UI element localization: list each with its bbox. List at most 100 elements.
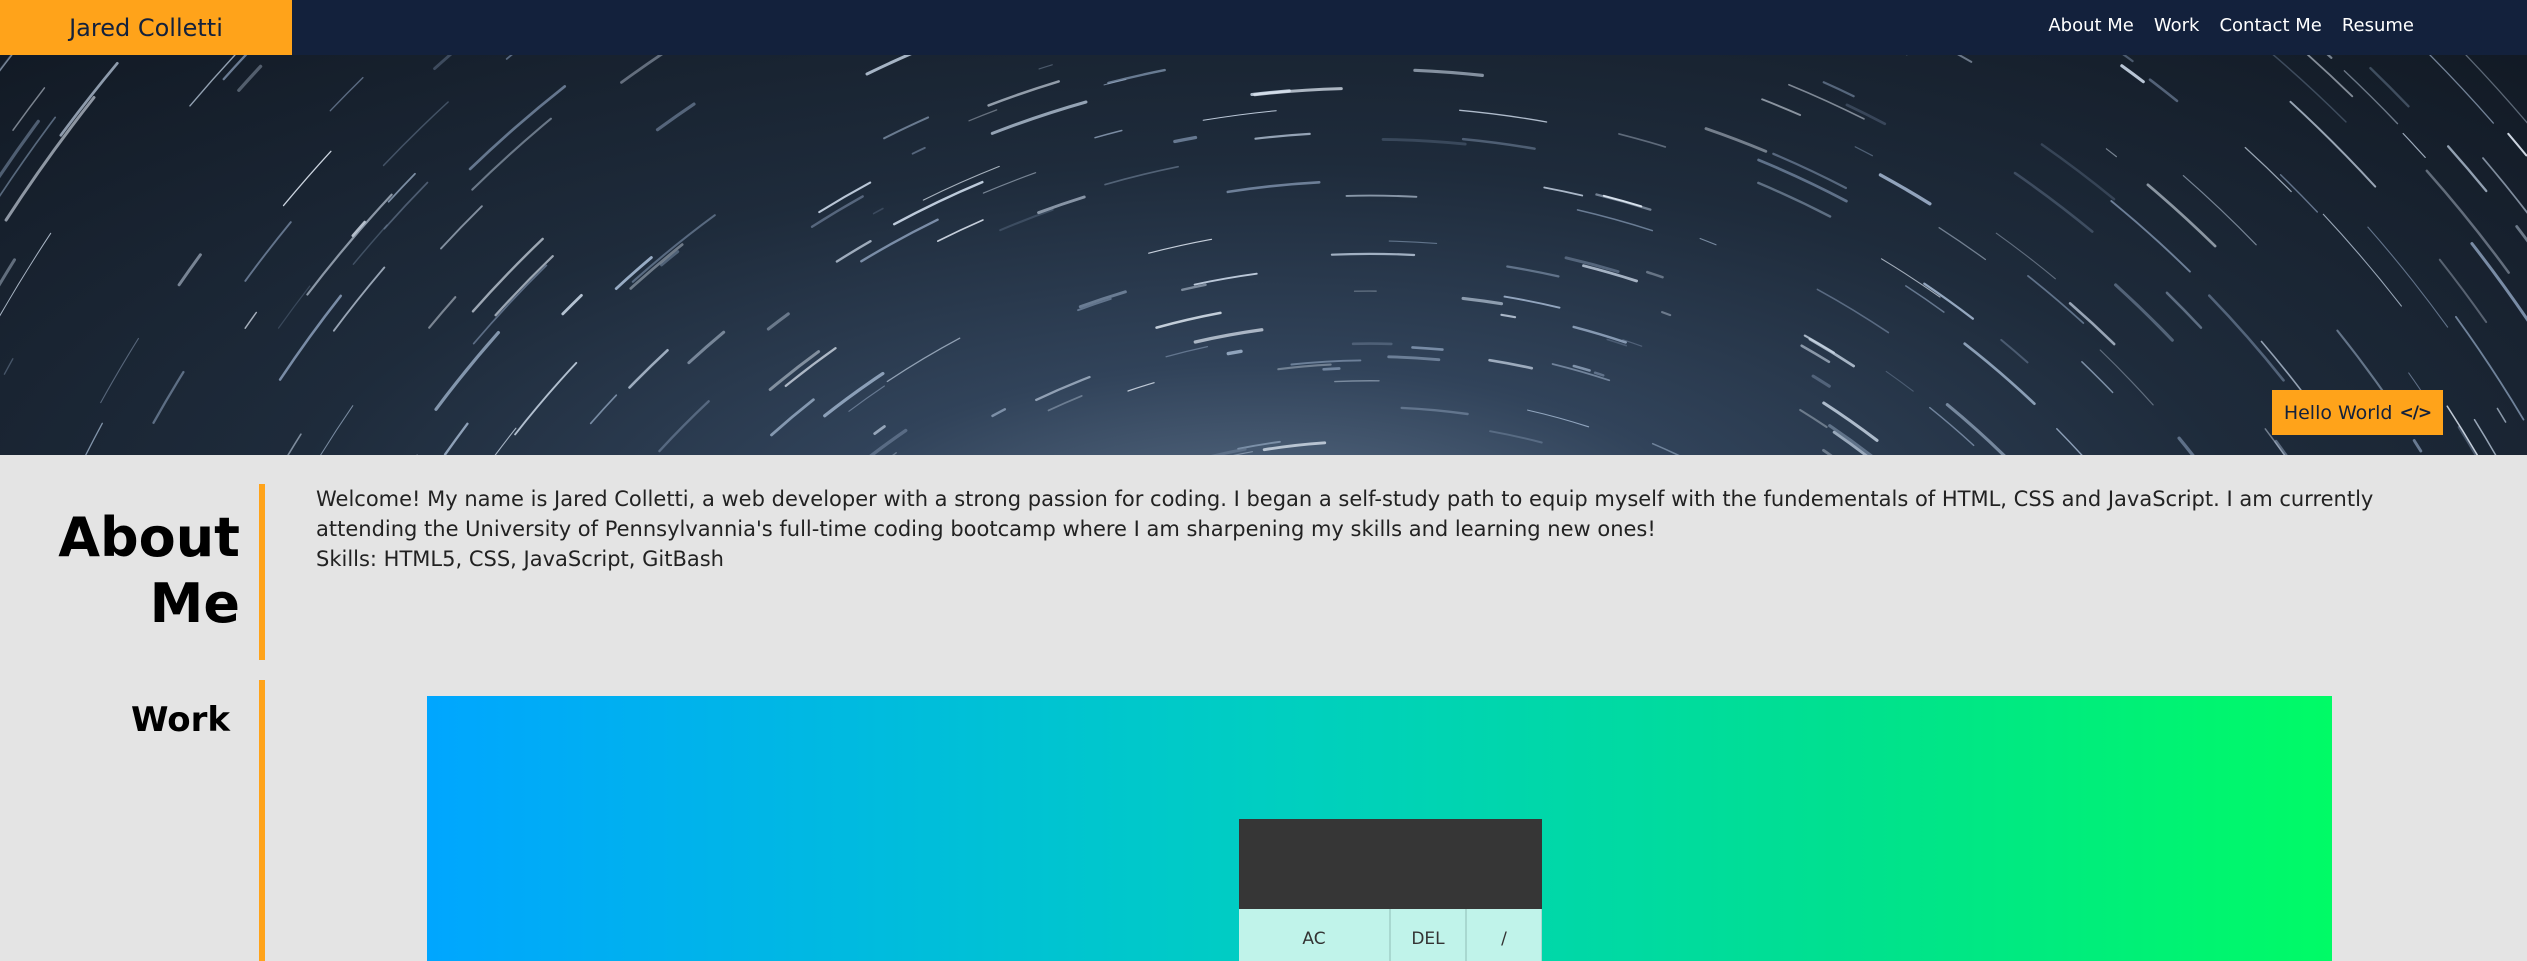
star-trail xyxy=(2428,55,2494,124)
star-trail xyxy=(2114,283,2174,342)
star-trail xyxy=(1181,283,1207,292)
star-trail xyxy=(2068,302,2116,346)
star-trail xyxy=(1822,448,1833,455)
star-trail xyxy=(589,394,618,425)
star-trail xyxy=(2465,55,2527,124)
calculator-preview: AC DEL / xyxy=(1239,819,1542,961)
star-trail xyxy=(1880,258,1941,298)
star-trail xyxy=(1461,296,1504,306)
nav-link-work[interactable]: Work xyxy=(2154,15,2200,36)
star-trail xyxy=(2326,55,2333,59)
star-trail xyxy=(2099,349,2154,406)
star-trail xyxy=(12,87,46,131)
star-trail xyxy=(2369,66,2410,108)
star-trail xyxy=(2507,132,2527,157)
star-trail xyxy=(1956,55,1973,63)
star-trail xyxy=(1094,129,1123,139)
star-trail xyxy=(1226,181,1321,194)
star-trail xyxy=(1938,227,1987,261)
top-navbar: Jared Colletti About Me Work Contact Me … xyxy=(0,0,2527,55)
star-trail xyxy=(222,55,248,81)
star-trail xyxy=(2425,169,2510,274)
star-trail xyxy=(1788,83,1865,120)
star-trail xyxy=(2367,226,2449,328)
star-trail xyxy=(494,427,517,455)
star-trail xyxy=(505,55,513,60)
star-trail xyxy=(2482,157,2527,214)
star-trail xyxy=(886,337,961,383)
star-trail xyxy=(2122,55,2134,63)
nav-link-contact-me[interactable]: Contact Me xyxy=(2219,15,2321,36)
star-trail xyxy=(2322,213,2402,307)
star-trail xyxy=(658,400,710,453)
star-trail xyxy=(1602,194,1643,208)
star-trail xyxy=(1822,401,1879,442)
star-trail xyxy=(629,243,684,290)
star-trail xyxy=(2148,78,2179,103)
star-trail xyxy=(1104,165,1179,186)
calculator-key-ac[interactable]: AC xyxy=(1239,909,1389,961)
brand-logo[interactable]: Jared Colletti xyxy=(0,0,292,55)
star-trail xyxy=(1078,290,1127,309)
star-trail xyxy=(433,55,453,71)
star-trail xyxy=(784,347,837,388)
star-trail xyxy=(987,80,1060,107)
star-trail xyxy=(1845,103,1887,126)
star-trail xyxy=(1388,240,1438,244)
star-trail xyxy=(1254,132,1311,140)
nav-link-about-me[interactable]: About Me xyxy=(2048,15,2134,36)
star-trail xyxy=(468,85,567,171)
star-trail xyxy=(2000,338,2029,364)
star-trail xyxy=(911,146,926,155)
star-trail xyxy=(278,294,343,381)
star-trail xyxy=(990,100,1088,135)
star-trail xyxy=(329,76,364,112)
about-accent-bar xyxy=(259,484,265,660)
star-trail xyxy=(1193,328,1264,344)
project-card-calculator[interactable]: AC DEL / xyxy=(427,696,2332,961)
star-trail xyxy=(1047,395,1083,412)
star-trail xyxy=(1822,81,1855,98)
star-trail xyxy=(2244,146,2292,193)
star-trail xyxy=(561,294,583,316)
star-trail xyxy=(1704,127,1768,153)
star-trail xyxy=(282,150,332,207)
star-trail xyxy=(2272,55,2347,123)
nav-link-resume[interactable]: Resume xyxy=(2342,15,2414,36)
star-trail xyxy=(2412,439,2423,453)
star-trail xyxy=(494,255,554,317)
star-trail xyxy=(1038,64,1053,70)
calculator-key-del[interactable]: DEL xyxy=(1391,909,1465,961)
star-trail xyxy=(768,350,821,391)
work-accent-bar xyxy=(259,680,265,961)
star-trail xyxy=(1173,135,1198,144)
star-trail xyxy=(922,165,1000,201)
star-trail xyxy=(1037,195,1086,215)
star-trail xyxy=(1500,313,1517,319)
star-trail xyxy=(823,371,885,418)
star-trail xyxy=(0,55,13,72)
star-trail xyxy=(237,64,263,92)
star-trail xyxy=(620,55,663,84)
main-nav: About Me Work Contact Me Resume xyxy=(2048,0,2414,50)
star-trail xyxy=(0,55,13,72)
star-trail xyxy=(1527,409,1590,428)
star-trail xyxy=(2182,175,2257,246)
about-me-heading: About Me xyxy=(58,506,240,635)
star-trail xyxy=(1543,186,1584,197)
hello-world-button[interactable]: Hello World </> xyxy=(2272,390,2443,435)
star-trail xyxy=(2343,70,2399,125)
star-trail xyxy=(936,219,984,242)
star-trail xyxy=(2056,428,2083,455)
star-trail xyxy=(434,331,500,411)
star-trail xyxy=(2081,361,2114,394)
calculator-key-divide[interactable]: / xyxy=(1467,909,1541,961)
star-trail xyxy=(2013,171,2094,233)
star-trail xyxy=(1148,238,1213,254)
star-trail xyxy=(1226,349,1243,356)
star-trail xyxy=(1885,370,1914,392)
star-trail xyxy=(152,370,185,424)
star-trail xyxy=(655,102,696,132)
star-trail xyxy=(2165,291,2203,329)
star-trail xyxy=(1661,311,1672,317)
